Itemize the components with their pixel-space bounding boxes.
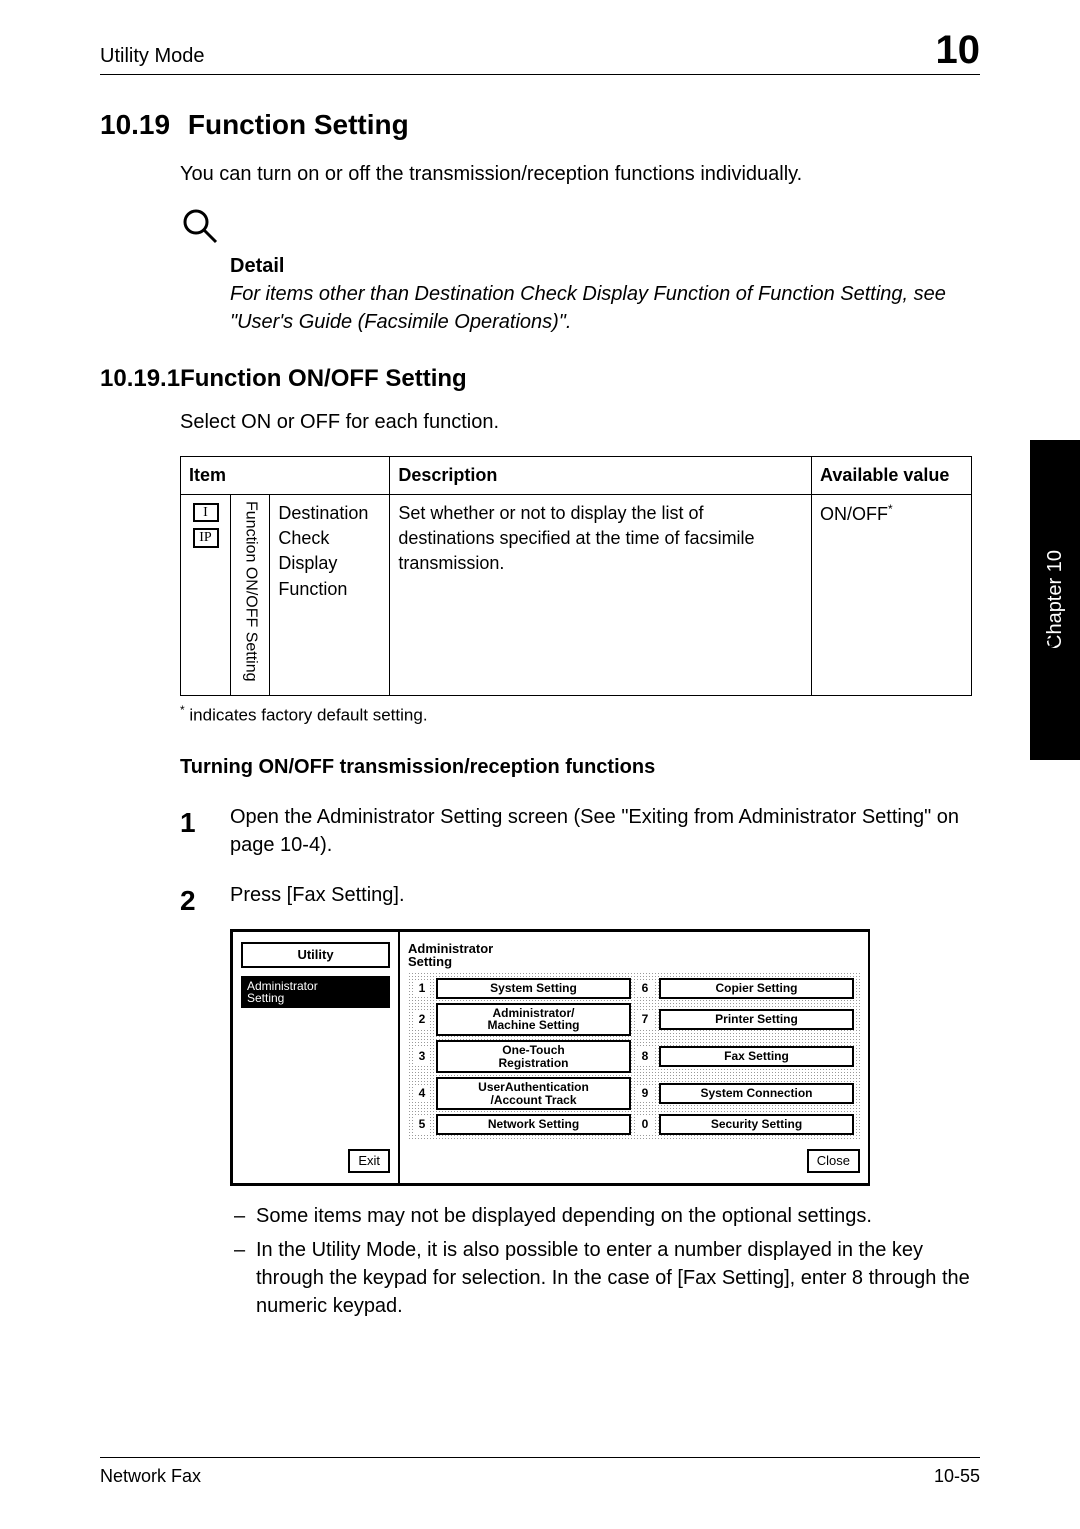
- btn-num-2: 2: [414, 1011, 430, 1028]
- col-description: Description: [390, 456, 812, 494]
- description-cell: Set whether or not to display the list o…: [390, 494, 812, 695]
- btn-num-7: 7: [637, 1011, 653, 1028]
- admin-screen-illustration: Utility Administrator Setting Exit Admin…: [230, 929, 870, 1186]
- table-row: I IP Function ON/OFF Setting Destination…: [181, 494, 972, 695]
- ui-right-title: Administrator Setting: [408, 942, 860, 968]
- running-header: Utility Mode 10: [100, 30, 980, 75]
- col-item: Item: [181, 456, 390, 494]
- detail-text: For items other than Destination Check D…: [230, 280, 980, 336]
- chapter-number: 10: [936, 30, 981, 70]
- procedure-title: Turning ON/OFF transmission/reception fu…: [180, 753, 980, 781]
- intro-paragraph: You can turn on or off the transmission/…: [180, 160, 980, 188]
- step-2: 2 Press [Fax Setting]. Utility Administr…: [180, 881, 980, 1326]
- magnifier-icon: [180, 206, 230, 246]
- footnote-text: indicates factory default setting.: [189, 705, 427, 724]
- ui-right-pane: Administrator Setting 1 System Setting 6…: [400, 929, 870, 1186]
- subsection-title: Function ON/OFF Setting: [180, 365, 467, 392]
- page-footer: Network Fax 10-55: [100, 1457, 980, 1489]
- detail-block: [180, 206, 980, 246]
- step-2-number: 2: [180, 881, 230, 1326]
- security-setting-button[interactable]: Security Setting: [659, 1114, 854, 1135]
- section-number: 10.19: [100, 105, 170, 144]
- ui-left-pane: Utility Administrator Setting Exit: [230, 929, 400, 1186]
- footnote: * indicates factory default setting.: [180, 702, 980, 727]
- one-touch-registration-button[interactable]: One-Touch Registration: [436, 1040, 631, 1073]
- btn-num-6: 6: [637, 980, 653, 997]
- copier-setting-button[interactable]: Copier Setting: [659, 978, 854, 999]
- printer-setting-button[interactable]: Printer Setting: [659, 1009, 854, 1030]
- section-heading: 10.19 Function Setting: [100, 105, 980, 144]
- detail-heading: Detail: [230, 252, 980, 280]
- btn-num-5: 5: [414, 1116, 430, 1133]
- btn-num-4: 4: [414, 1085, 430, 1102]
- running-title: Utility Mode: [100, 42, 204, 70]
- step-2-text: Press [Fax Setting].: [230, 884, 405, 906]
- item-name-cell: Destination Check Display Function: [270, 494, 390, 695]
- footer-left: Network Fax: [100, 1464, 201, 1489]
- administrator-machine-setting-button[interactable]: Administrator/ Machine Setting: [436, 1003, 631, 1036]
- i-box-icon: I: [193, 503, 219, 522]
- list-item: Some items may not be displayed dependin…: [230, 1202, 980, 1230]
- ui-selected-item[interactable]: Administrator Setting: [241, 976, 390, 1008]
- ui-utility-label: Utility: [241, 942, 390, 968]
- footnote-marker: *: [180, 703, 185, 717]
- fax-setting-button[interactable]: Fax Setting: [659, 1046, 854, 1067]
- function-table: Item Description Available value I IP Fu…: [180, 456, 972, 696]
- protocol-icons: I IP: [189, 501, 222, 550]
- network-setting-button[interactable]: Network Setting: [436, 1114, 631, 1135]
- category-vertical-label: Function ON/OFF Setting: [239, 501, 261, 682]
- subsection-intro: Select ON or OFF for each function.: [180, 408, 980, 436]
- col-value: Available value: [812, 456, 972, 494]
- value-cell: ON/OFF*: [812, 494, 972, 695]
- step-1-text: Open the Administrator Setting screen (S…: [230, 806, 959, 856]
- value-text: ON/OFF: [820, 504, 888, 524]
- step-1-number: 1: [180, 803, 230, 859]
- step-2-notes: Some items may not be displayed dependin…: [230, 1202, 980, 1320]
- section-title: Function Setting: [188, 109, 409, 140]
- btn-num-1: 1: [414, 980, 430, 997]
- user-auth-account-track-button[interactable]: UserAuthentication /Account Track: [436, 1077, 631, 1110]
- subsection-heading: 10.19.1Function ON/OFF Setting: [100, 362, 980, 396]
- btn-num-0: 0: [637, 1116, 653, 1133]
- step-1: 1 Open the Administrator Setting screen …: [180, 803, 980, 859]
- value-footnote-marker: *: [888, 502, 893, 516]
- close-button[interactable]: Close: [807, 1149, 860, 1173]
- subsection-number: 10.19.1: [100, 365, 180, 392]
- btn-num-8: 8: [637, 1048, 653, 1065]
- btn-num-9: 9: [637, 1085, 653, 1102]
- ip-box-icon: IP: [193, 528, 219, 547]
- mode-tab: Utility Mode: [1030, 590, 1070, 790]
- footer-right: 10-55: [934, 1464, 980, 1489]
- system-connection-button[interactable]: System Connection: [659, 1083, 854, 1104]
- btn-num-3: 3: [414, 1048, 430, 1065]
- item-name: Destination Check Display Function: [278, 503, 368, 599]
- list-item: In the Utility Mode, it is also possible…: [230, 1236, 980, 1320]
- exit-button[interactable]: Exit: [348, 1149, 390, 1173]
- mode-tab-label: Utility Mode: [1036, 638, 1064, 742]
- system-setting-button[interactable]: System Setting: [436, 978, 631, 999]
